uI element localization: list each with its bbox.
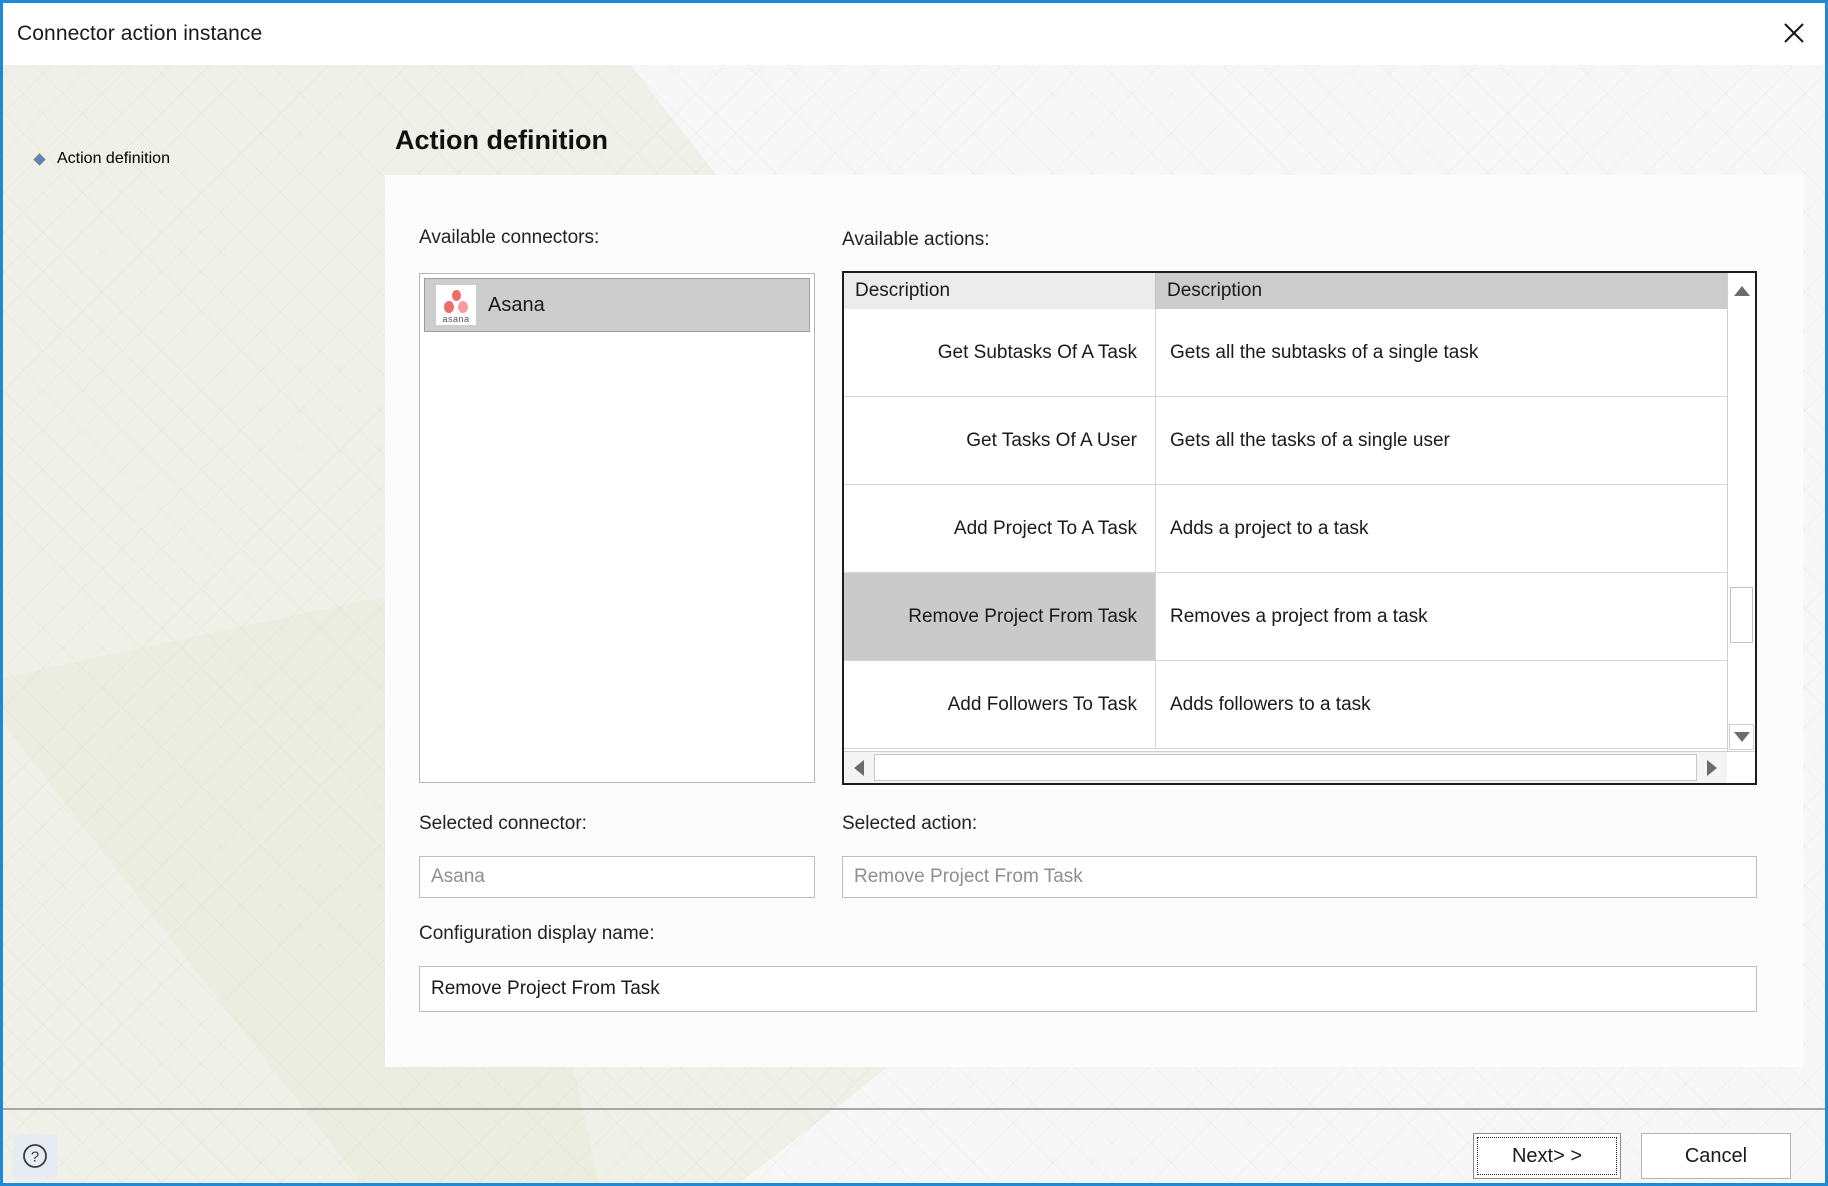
table-row-selected[interactable]: Remove Project From Task Removes a proje…: [844, 573, 1727, 661]
footer-divider: [3, 1108, 1825, 1110]
available-actions-grid[interactable]: Description Description Get Subtasks Of …: [842, 271, 1757, 785]
grid-header-row: Description Description: [844, 273, 1755, 309]
grid-body: Get Subtasks Of A Task Gets all the subt…: [844, 309, 1755, 751]
available-actions-label: Available actions:: [842, 229, 990, 250]
svg-text:?: ?: [31, 1149, 39, 1166]
selected-action-field[interactable]: Remove Project From Task: [842, 856, 1757, 898]
action-name-cell: Get Tasks Of A User: [844, 397, 1156, 484]
horizontal-scrollbar-thumb[interactable]: [874, 754, 1697, 781]
configuration-display-name-label: Configuration display name:: [419, 923, 655, 944]
connector-action-instance-dialog: Connector action instance Action definit…: [0, 0, 1828, 1186]
available-connectors-label: Available connectors:: [419, 227, 600, 248]
scroll-left-button[interactable]: [844, 752, 874, 783]
window-title: Connector action instance: [17, 22, 263, 45]
connector-item-label: Asana: [488, 293, 545, 316]
help-icon[interactable]: ?: [13, 1134, 57, 1178]
horizontal-scrollbar[interactable]: [844, 751, 1755, 783]
page-title: Action definition: [395, 125, 608, 155]
asana-icon-brand-text: asana: [442, 314, 470, 324]
title-bar: Connector action instance: [3, 3, 1825, 65]
scroll-right-button[interactable]: [1697, 752, 1727, 783]
asana-icon: asana: [436, 285, 476, 325]
action-description-cell: Adds a project to a task: [1170, 517, 1369, 539]
horizontal-scrollbar-track[interactable]: [874, 752, 1697, 783]
action-name-cell: Add Project To A Task: [844, 485, 1156, 572]
column-header-description[interactable]: Description: [1156, 273, 1727, 309]
action-name-cell: Add Followers To Task: [844, 661, 1156, 748]
wizard-steps-sidebar: Action definition: [3, 65, 388, 1125]
grid-rows-container: Get Subtasks Of A Task Gets all the subt…: [844, 309, 1727, 751]
table-row[interactable]: Add Project To A Task Adds a project to …: [844, 485, 1727, 573]
cancel-button[interactable]: Cancel: [1641, 1133, 1791, 1179]
sidebar-item-label: Action definition: [57, 150, 170, 167]
list-item-connector-asana[interactable]: asana Asana: [424, 278, 810, 332]
table-row[interactable]: Get Subtasks Of A Task Gets all the subt…: [844, 309, 1727, 397]
configuration-display-name-field[interactable]: Remove Project From Task: [419, 966, 1757, 1012]
action-name-cell: Get Subtasks Of A Task: [844, 309, 1156, 396]
scroll-down-button[interactable]: [1729, 724, 1754, 750]
action-description-cell: Removes a project from a task: [1170, 605, 1428, 627]
selected-action-label: Selected action:: [842, 813, 978, 834]
action-description-cell: Gets all the subtasks of a single task: [1170, 341, 1479, 363]
scrollbar-corner: [1727, 752, 1755, 783]
table-row[interactable]: Add Followers To Task Adds followers to …: [844, 661, 1727, 749]
vertical-scrollbar[interactable]: [1727, 309, 1755, 751]
action-description-cell: Adds followers to a task: [1170, 693, 1371, 715]
action-name-cell: Remove Project From Task: [844, 573, 1156, 660]
nav-bullet-icon: [33, 152, 46, 166]
next-button-label: Next> >: [1511, 1144, 1583, 1167]
selected-connector-label: Selected connector:: [419, 813, 587, 834]
selected-connector-field[interactable]: Asana: [419, 856, 815, 898]
cancel-button-label: Cancel: [1684, 1144, 1748, 1167]
action-description-cell: Gets all the tasks of a single user: [1170, 429, 1450, 451]
vertical-scrollbar-thumb[interactable]: [1730, 587, 1753, 643]
available-connectors-list[interactable]: asana Asana: [419, 273, 815, 783]
scroll-up-button[interactable]: [1727, 273, 1755, 309]
column-header-name[interactable]: Description: [844, 273, 1156, 309]
close-icon[interactable]: [1763, 3, 1825, 63]
sidebar-item-action-definition[interactable]: Action definition: [33, 150, 170, 168]
table-row[interactable]: Get Tasks Of A User Gets all the tasks o…: [844, 397, 1727, 485]
next-button[interactable]: Next> >: [1473, 1133, 1621, 1179]
